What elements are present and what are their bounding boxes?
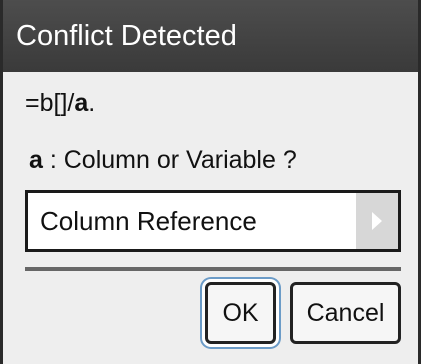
formula-variable: a — [74, 89, 89, 117]
ok-button[interactable]: OK — [205, 282, 276, 344]
question-text: : Column or Variable ? — [49, 146, 297, 174]
formula-text: =b[]/a. — [25, 89, 95, 118]
dropdown-value: Column Reference — [40, 206, 257, 236]
cancel-button[interactable]: Cancel — [290, 282, 401, 344]
dropdown-arrow[interactable] — [356, 193, 398, 249]
conflict-dialog: Conflict Detected =b[]/a. a : Column or … — [0, 0, 421, 364]
divider — [25, 267, 401, 271]
formula-suffix: . — [88, 89, 96, 117]
dialog-title: Conflict Detected — [3, 0, 418, 72]
conflict-question: a : Column or Variable ? — [29, 146, 297, 175]
triangle-right-icon — [372, 212, 382, 230]
resolution-dropdown[interactable]: Column Reference — [25, 190, 401, 252]
question-variable: a — [29, 146, 43, 174]
formula-prefix: =b[]/ — [25, 89, 75, 117]
